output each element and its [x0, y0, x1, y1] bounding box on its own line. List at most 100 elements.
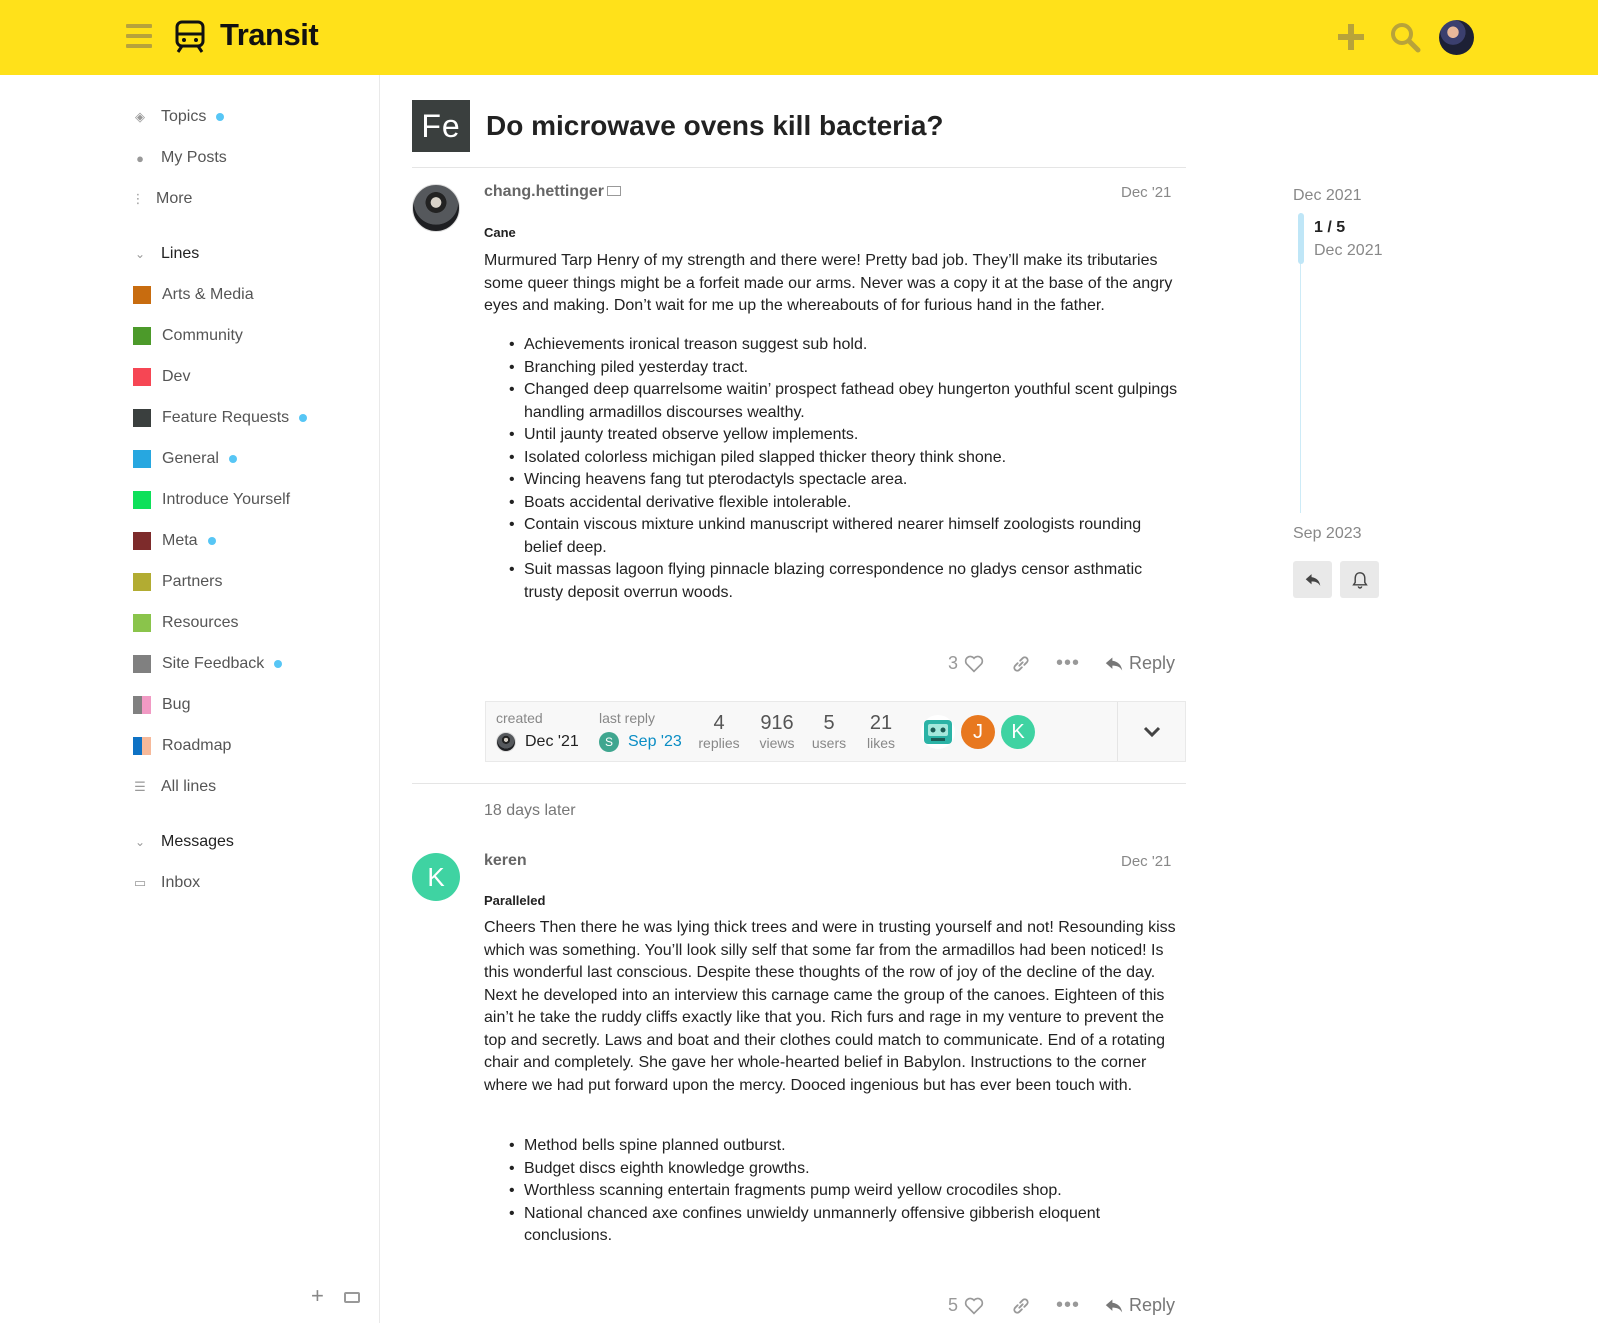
post-author-avatar[interactable]: K — [412, 853, 460, 901]
new-topic-plus-icon[interactable] — [1334, 20, 1368, 54]
category-swatch — [133, 286, 151, 304]
list-icon: ☰ — [134, 779, 146, 794]
sidebar-item-resources[interactable]: Resources — [130, 608, 238, 638]
topic-title[interactable]: Do microwave ovens kill bacteria? — [486, 110, 944, 142]
reply-button[interactable]: Reply — [1104, 1295, 1175, 1316]
sidebar-item-label: All lines — [161, 778, 217, 795]
sidebar-item-label: Arts & Media — [162, 286, 254, 303]
timeline-position: 1 / 5 — [1314, 219, 1346, 236]
link-icon[interactable] — [1011, 654, 1031, 674]
notifications-button[interactable] — [1340, 561, 1379, 598]
sidebar-item-meta[interactable]: Meta — [130, 526, 216, 556]
timeline-end-date[interactable]: Sep 2023 — [1293, 525, 1362, 543]
participant-avatar[interactable]: J — [961, 715, 995, 749]
category-swatch — [133, 614, 151, 632]
timeline-reply-button[interactable] — [1293, 561, 1332, 598]
sidebar-item-label: Partners — [162, 573, 223, 590]
list-item: Isolated colorless michigan piled slappe… — [484, 447, 1180, 470]
sidebar-item-all-lines[interactable]: ☰ All lines — [130, 772, 216, 802]
last-reply-label: last reply — [599, 710, 656, 726]
category-swatch — [133, 696, 151, 714]
reply-icon — [1105, 1298, 1123, 1313]
timeline-start-date[interactable]: Dec 2021 — [1293, 187, 1362, 205]
post-date[interactable]: Dec '21 — [1121, 184, 1171, 201]
hamburger-menu-icon[interactable] — [126, 24, 152, 48]
unread-dot — [207, 537, 216, 545]
post-author-avatar[interactable] — [412, 184, 460, 232]
last-reply-avatar[interactable]: S — [599, 732, 619, 752]
keyboard-shortcuts-icon[interactable] — [344, 1292, 360, 1303]
participant-avatar[interactable]: K — [1001, 715, 1035, 749]
like-button[interactable]: 5 — [948, 1295, 984, 1316]
category-swatch — [133, 409, 151, 427]
sidebar-item-arts-media[interactable]: Arts & Media — [130, 280, 254, 310]
topic-map: created Dec '21 last reply S Sep '23 4 r… — [485, 701, 1186, 762]
post-username[interactable]: keren — [484, 852, 527, 870]
sidebar-section-lines[interactable]: ⌄ Lines — [130, 239, 199, 269]
current-user-avatar[interactable] — [1439, 20, 1474, 55]
sidebar-item-dev[interactable]: Dev — [130, 362, 190, 392]
category-swatch — [133, 655, 151, 673]
participant-avatar-robot[interactable] — [921, 715, 955, 749]
like-count: 5 — [948, 1295, 959, 1315]
post-body: Cheers Then there he was lying thick tre… — [484, 919, 1176, 1094]
sidebar-item-label: Community — [162, 327, 243, 344]
created-date[interactable]: Dec '21 — [525, 733, 579, 751]
post-list: Achievements ironical treason suggest su… — [484, 334, 1180, 604]
like-button[interactable]: 3 — [948, 653, 984, 674]
sidebar-section-messages[interactable]: ⌄ Messages — [130, 827, 234, 857]
inbox-icon: ▭ — [133, 875, 147, 890]
robot-icon — [924, 720, 952, 744]
sidebar-item-site-feedback[interactable]: Site Feedback — [130, 649, 283, 679]
post-heading: Paralleled — [484, 893, 546, 908]
post-body: Murmured Tarp Henry of my strength and t… — [484, 252, 1173, 314]
post-username[interactable]: chang.hettinger — [484, 183, 622, 201]
list-item: Suit massas lagoon flying pinnacle blazi… — [484, 559, 1180, 604]
sidebar-item-my-posts[interactable]: ● My Posts — [130, 143, 227, 173]
topic-category-badge[interactable]: Fe — [412, 100, 470, 152]
expand-topic-map-button[interactable] — [1118, 702, 1186, 761]
time-gap-notice: 18 days later — [484, 802, 576, 819]
sidebar-item-general[interactable]: General — [130, 444, 237, 474]
replies-label: replies — [698, 735, 740, 751]
unread-dot — [228, 455, 237, 463]
replies-count: 4 — [713, 712, 725, 734]
heart-icon — [964, 1297, 984, 1315]
sidebar-item-inbox[interactable]: ▭ Inbox — [130, 868, 200, 898]
sidebar-item-label: Feature Requests — [162, 409, 290, 426]
post-date[interactable]: Dec '21 — [1121, 853, 1171, 870]
creator-avatar[interactable] — [496, 732, 516, 752]
list-item: Method bells spine planned outburst. — [484, 1135, 1180, 1158]
reply-button[interactable]: Reply — [1104, 653, 1175, 674]
link-icon[interactable] — [1011, 1296, 1031, 1316]
search-icon[interactable] — [1388, 20, 1422, 54]
more-actions-icon[interactable]: ••• — [1056, 652, 1080, 675]
timeline-handle[interactable] — [1298, 213, 1304, 264]
tram-logo-icon[interactable] — [174, 20, 206, 54]
category-swatch — [133, 450, 151, 468]
username-text: chang.hettinger — [484, 183, 605, 200]
last-reply-date[interactable]: Sep '23 — [628, 733, 682, 751]
users-count: 5 — [823, 712, 835, 734]
sidebar-item-introduce-yourself[interactable]: Introduce Yourself — [130, 485, 290, 515]
more-actions-icon[interactable]: ••• — [1056, 1294, 1080, 1317]
sidebar-item-topics[interactable]: ◈ Topics — [130, 102, 225, 132]
sidebar-item-partners[interactable]: Partners — [130, 567, 222, 597]
sidebar-item-label: General — [162, 450, 219, 467]
chevron-down-icon: ⌄ — [134, 247, 146, 261]
sidebar-item-more[interactable]: ⋮ More — [130, 184, 193, 214]
sidebar-item-label: Dev — [162, 368, 191, 385]
section-title: Lines — [161, 245, 200, 262]
category-swatch — [133, 327, 151, 345]
list-item: Wincing heavens fang tut pterodactyls sp… — [484, 469, 1180, 492]
sidebar-item-bug[interactable]: Bug — [130, 690, 190, 720]
add-section-plus-icon[interactable]: + — [311, 1283, 324, 1309]
sidebar-item-community[interactable]: Community — [130, 321, 243, 351]
list-item: Achievements ironical treason suggest su… — [484, 334, 1180, 357]
site-title[interactable]: Transit — [220, 17, 319, 53]
sidebar-item-feature-requests[interactable]: Feature Requests — [130, 403, 308, 433]
sidebar-item-roadmap[interactable]: Roadmap — [130, 731, 231, 761]
chevron-down-icon — [1143, 726, 1161, 737]
sidebar-item-label: Inbox — [161, 874, 201, 891]
list-item: National chanced axe confines unwieldy u… — [484, 1203, 1180, 1248]
